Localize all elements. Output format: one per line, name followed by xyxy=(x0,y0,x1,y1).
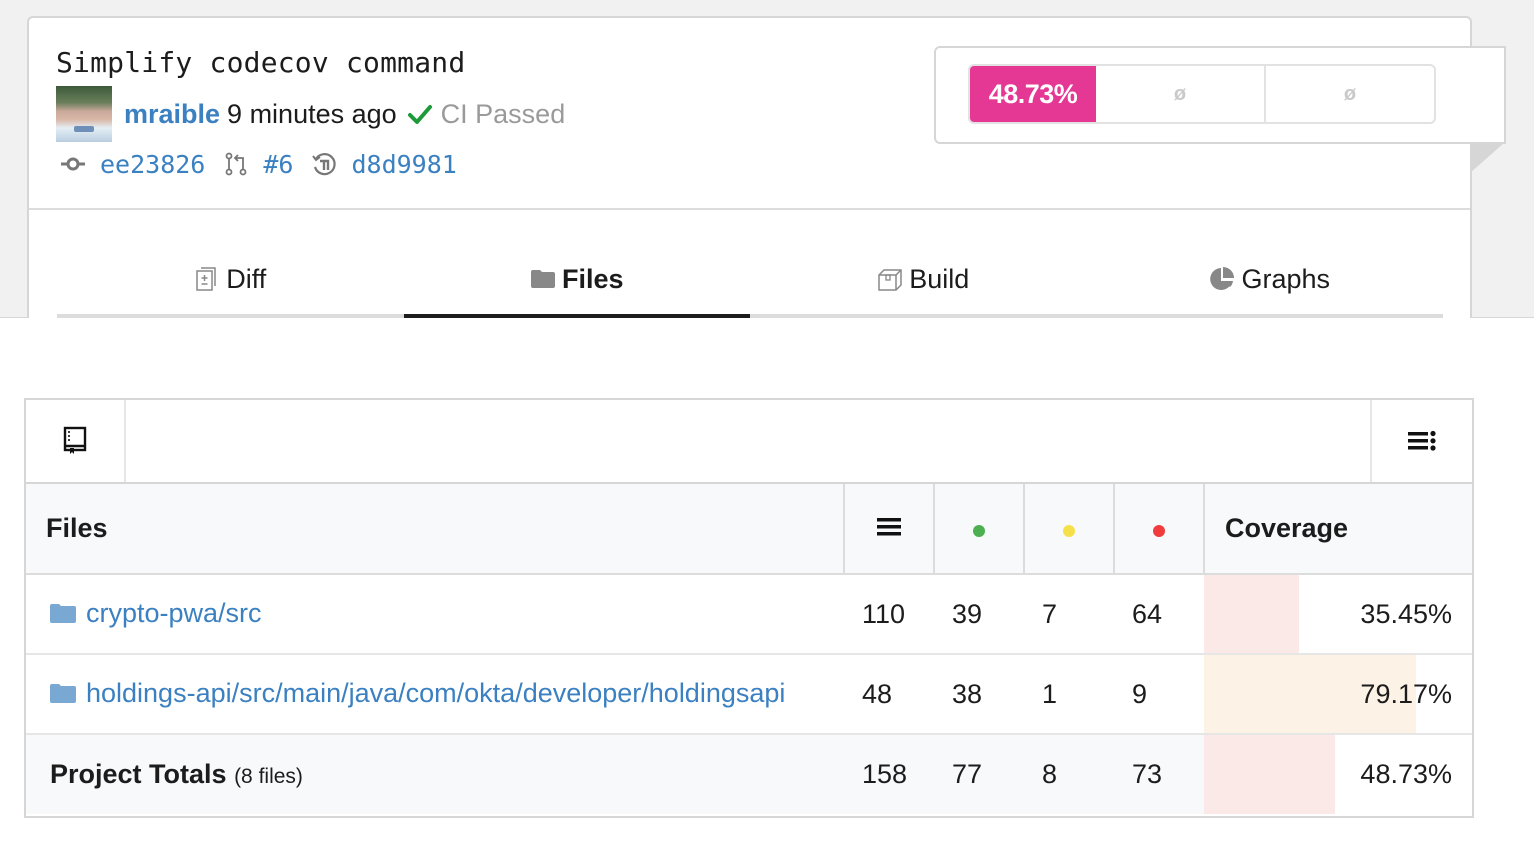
hits-cell: 38 xyxy=(952,678,983,709)
coverage-change-badge[interactable]: ø xyxy=(1096,66,1264,122)
coverage-value: 35.45% xyxy=(1360,598,1452,629)
totals-label: Project Totals xyxy=(50,759,227,789)
yellow-dot-icon xyxy=(1063,525,1075,537)
totals-row: Project Totals (8 files) 158 77 8 73 48.… xyxy=(26,734,1472,814)
commit-title: Simplify codecov command xyxy=(56,46,466,79)
file-link[interactable]: holdings-api/src/main/java/com/okta/deve… xyxy=(50,678,785,709)
misses-cell: 9 xyxy=(1132,678,1148,709)
files-toolbar xyxy=(26,400,1472,484)
table-row: crypto-pwa/src 110 39 7 64 35.45% xyxy=(26,574,1472,654)
file-name-cell: crypto-pwa/src xyxy=(26,574,844,654)
misses-column-header[interactable] xyxy=(1113,484,1204,575)
misses-cell: 64 xyxy=(1132,598,1163,629)
lines-cell: 110 xyxy=(862,598,906,629)
commit-icon xyxy=(61,157,85,171)
base-commit-link[interactable]: d8d9981 xyxy=(351,150,456,179)
hits-cell: 77 xyxy=(952,759,983,789)
author-row: mraible 9 minutes ago CI Passed xyxy=(56,86,565,142)
folder-icon xyxy=(50,684,76,704)
lines-cell: 48 xyxy=(862,678,893,709)
misses-cell: 73 xyxy=(1132,759,1163,789)
base-commit-icon xyxy=(312,153,337,176)
list-options-icon xyxy=(1408,430,1436,451)
tab-label: Graphs xyxy=(1241,263,1331,294)
table-row: holdings-api/src/main/java/com/okta/deve… xyxy=(26,654,1472,734)
partials-cell: 1 xyxy=(1042,678,1058,709)
coverage-bar xyxy=(1204,735,1335,814)
check-icon xyxy=(407,105,432,124)
coverage-summary-box: 48.73% ø ø xyxy=(934,46,1506,144)
lines-column-header[interactable] xyxy=(843,484,934,575)
avatar[interactable] xyxy=(56,86,112,142)
pull-request-link[interactable]: #6 xyxy=(263,150,293,179)
pie-chart-icon xyxy=(1210,267,1235,290)
tab-graphs[interactable]: Graphs xyxy=(1097,254,1444,314)
red-dot-icon xyxy=(1153,525,1165,537)
coverage-column-header[interactable]: Coverage xyxy=(1203,484,1472,575)
lines-icon xyxy=(877,518,901,536)
files-panel: Files Coverage crypto-pwa/src 110 39 7 6… xyxy=(24,398,1474,818)
tab-build[interactable]: Build xyxy=(750,254,1097,314)
tab-label: Diff xyxy=(226,263,267,294)
commit-refs: ee23826 #6 d8d9981 xyxy=(60,146,475,182)
hits-column-header[interactable] xyxy=(933,484,1024,575)
display-options-button[interactable] xyxy=(1370,400,1472,482)
file-name-cell: holdings-api/src/main/java/com/okta/deve… xyxy=(26,654,844,734)
folder-icon xyxy=(530,270,555,288)
tab-label: Build xyxy=(909,263,970,294)
coverage-value: 79.17% xyxy=(1360,678,1452,709)
box-icon xyxy=(878,269,902,291)
book-icon xyxy=(63,426,87,454)
files-column-header[interactable]: Files xyxy=(26,484,844,575)
file-path: crypto-pwa/src xyxy=(86,597,262,628)
total-coverage-badge[interactable]: 48.73% xyxy=(970,66,1096,122)
files-table: Files Coverage crypto-pwa/src 110 39 7 6… xyxy=(26,484,1472,814)
partials-cell: 8 xyxy=(1042,759,1058,789)
commit-sha-link[interactable]: ee23826 xyxy=(100,150,205,179)
partials-column-header[interactable] xyxy=(1023,484,1114,575)
file-link[interactable]: crypto-pwa/src xyxy=(50,598,262,629)
tab-files[interactable]: Files xyxy=(403,254,751,318)
file-path: holdings-api/src/main/java/com/okta/deve… xyxy=(86,677,786,708)
diff-icon xyxy=(196,267,216,291)
commit-tabs: Diff Files Build Graphs xyxy=(57,254,1443,318)
coverage-cell: 48.73% xyxy=(1204,734,1472,814)
partials-cell: 7 xyxy=(1042,598,1058,629)
coverage-bar xyxy=(1204,575,1299,653)
tab-label: Files xyxy=(561,263,624,294)
pull-request-icon xyxy=(225,152,247,176)
totals-file-count: (8 files) xyxy=(234,765,303,788)
author-link[interactable]: mraible xyxy=(124,99,220,130)
lines-cell: 158 xyxy=(862,759,908,789)
commit-time: 9 minutes ago xyxy=(227,98,397,129)
coverage-value: 48.73% xyxy=(1360,759,1452,789)
ci-status: CI Passed xyxy=(440,98,566,129)
readme-toggle[interactable] xyxy=(26,400,126,482)
totals-label-cell: Project Totals (8 files) xyxy=(26,734,844,814)
green-dot-icon xyxy=(973,525,985,537)
folder-icon xyxy=(50,604,76,624)
table-header-row: Files Coverage xyxy=(26,484,1472,575)
coverage-cell: 35.45% xyxy=(1204,574,1472,654)
tab-diff[interactable]: Diff xyxy=(57,254,404,314)
coverage-cell: 79.17% xyxy=(1204,654,1472,734)
ribbon-fold xyxy=(1470,143,1504,173)
coverage-badges: 48.73% ø ø xyxy=(968,64,1436,124)
patch-coverage-badge[interactable]: ø xyxy=(1264,66,1434,122)
hits-cell: 39 xyxy=(952,598,983,629)
